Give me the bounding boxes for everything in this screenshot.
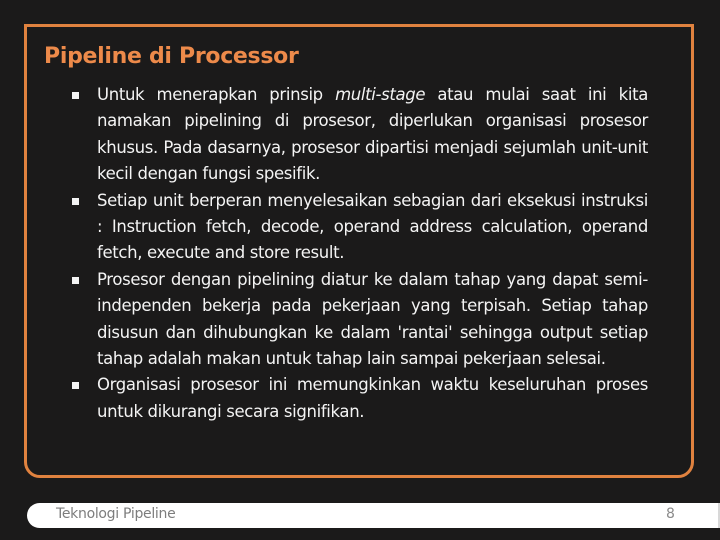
bullet-item: Prosesor dengan pipelining diatur ke dal…	[72, 267, 648, 373]
square-bullet-icon	[72, 382, 79, 390]
square-bullet-icon	[72, 276, 79, 284]
square-bullet-icon	[72, 197, 79, 205]
page-number: 8	[666, 506, 675, 522]
bullet-text: Organisasi prosesor ini memungkinkan wak…	[97, 375, 648, 421]
bullet-item: Organisasi prosesor ini memungkinkan wak…	[72, 372, 648, 425]
bullet-text: Prosesor dengan pipelining diatur ke dal…	[97, 269, 648, 369]
footer-bar: Teknologi Pipeline 8	[27, 503, 720, 528]
bullet-text: Setiap unit berperan menyelesaikan sebag…	[97, 190, 648, 263]
bullet-item: Setiap unit berperan menyelesaikan sebag…	[72, 188, 648, 267]
bullet-item: Untuk menerapkan prinsip multi-stage ata…	[72, 82, 648, 188]
bullet-text-italic: multi-stage	[335, 85, 426, 104]
slide-title: Pipeline di Processor	[44, 44, 299, 69]
footer-title: Teknologi Pipeline	[56, 506, 176, 522]
bullet-text: Untuk menerapkan prinsip multi-stage ata…	[97, 85, 648, 183]
bullet-list: Untuk menerapkan prinsip multi-stage ata…	[72, 82, 648, 425]
bullet-text-part: Untuk menerapkan prinsip	[97, 85, 336, 104]
square-bullet-icon	[72, 92, 79, 99]
